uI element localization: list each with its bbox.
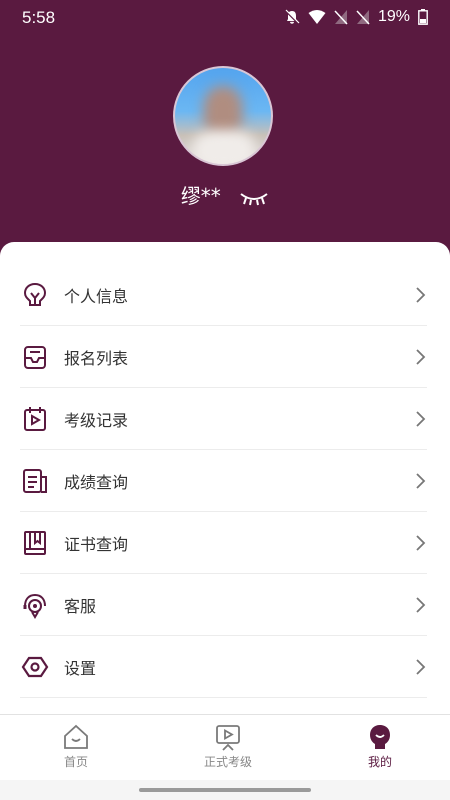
menu-item-label: 个人信息 <box>64 286 129 306</box>
inbox-icon <box>20 342 50 372</box>
menu-item-score-query[interactable]: 成绩查询 <box>20 450 427 512</box>
status-icons: 19% <box>284 8 428 26</box>
wifi-icon <box>308 10 326 24</box>
menu-item-settings[interactable]: 设置 <box>20 636 427 698</box>
menu-item-customer-service[interactable]: 客服 <box>20 574 427 636</box>
status-bar: 5:58 19% <box>0 0 450 36</box>
chevron-right-icon <box>416 287 426 303</box>
document-icon <box>20 466 50 496</box>
chevron-right-icon <box>416 597 426 613</box>
chevron-right-icon <box>416 473 426 489</box>
chevron-right-icon <box>416 535 426 551</box>
hexagon-icon <box>20 652 50 682</box>
tab-home[interactable]: 首页 <box>26 723 126 770</box>
bulb-icon <box>20 280 50 310</box>
gesture-bar <box>0 780 450 800</box>
bell-off-icon <box>285 9 300 24</box>
username: 缪** <box>180 184 221 208</box>
home-indicator[interactable] <box>139 788 311 792</box>
bottom-tab-bar: 首页 正式考级 我的 <box>0 714 450 781</box>
eye-closed-icon[interactable] <box>239 190 269 206</box>
menu-item-label: 证书查询 <box>64 534 129 554</box>
tab-label: 首页 <box>63 755 88 769</box>
username-row: 缪** <box>0 180 450 209</box>
signal-off-icon-2 <box>356 10 370 25</box>
chevron-right-icon <box>416 411 426 427</box>
chevron-right-icon <box>416 659 426 675</box>
house-icon <box>64 724 88 749</box>
tab-formal-exam[interactable]: 正式考级 <box>178 723 278 770</box>
menu-item-label: 客服 <box>64 596 97 616</box>
calendar-play-icon <box>20 404 50 434</box>
chevron-right-icon <box>416 349 426 365</box>
profile-header: 5:58 19% 缪** <box>0 0 450 262</box>
tab-label: 我的 <box>367 755 392 769</box>
menu-panel: 个人信息 报名列表 考级记录 成绩查询 证书查询 客服 设置 <box>0 242 450 714</box>
menu-item-label: 报名列表 <box>64 348 129 368</box>
battery-percent: 19% <box>377 8 410 25</box>
menu-item-certificate-query[interactable]: 证书查询 <box>20 512 427 574</box>
tab-label: 正式考级 <box>203 755 252 769</box>
menu-item-personal-info[interactable]: 个人信息 <box>20 264 427 326</box>
book-icon <box>20 528 50 558</box>
menu-item-label: 设置 <box>64 658 97 678</box>
avatar[interactable] <box>173 66 273 166</box>
menu-item-exam-records[interactable]: 考级记录 <box>20 388 427 450</box>
status-time: 5:58 <box>22 8 56 27</box>
menu-item-label: 考级记录 <box>64 410 129 430</box>
headset-icon <box>20 590 50 620</box>
menu-item-label: 成绩查询 <box>64 472 129 492</box>
signal-off-icon <box>334 10 348 25</box>
menu-item-registration-list[interactable]: 报名列表 <box>20 326 427 388</box>
user-icon <box>370 725 390 749</box>
tab-mine[interactable]: 我的 <box>330 723 430 770</box>
screen-play-icon <box>216 725 240 751</box>
battery-icon <box>418 9 428 25</box>
